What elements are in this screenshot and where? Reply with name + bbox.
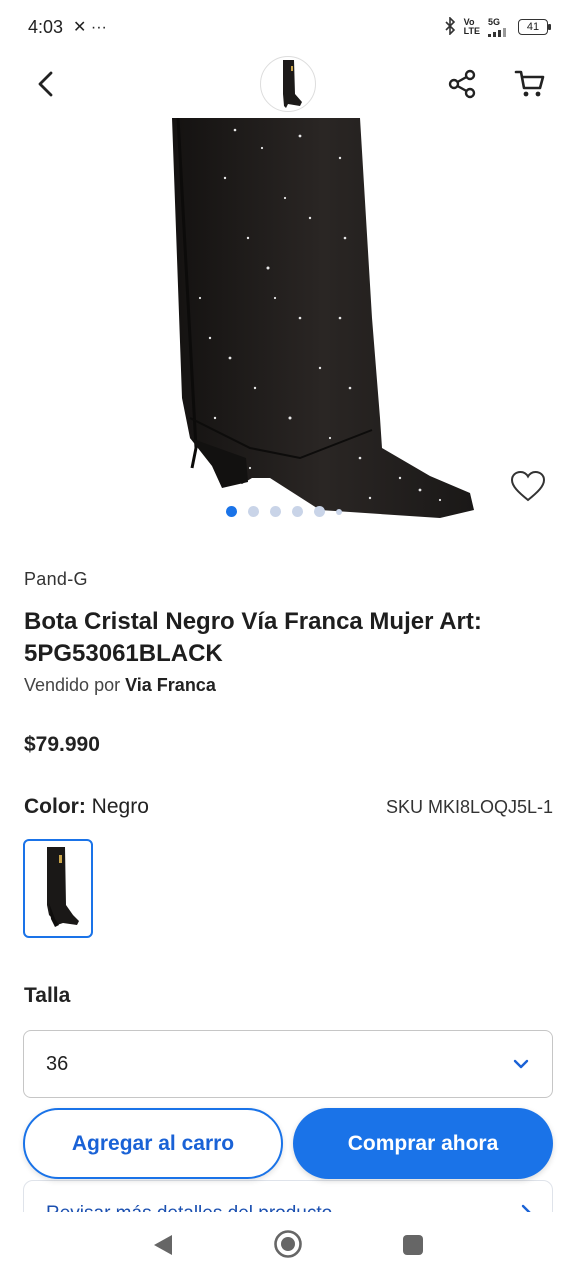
signal-label: 5G: [488, 16, 501, 27]
carousel-dot[interactable]: [314, 506, 325, 517]
color-label: Color:: [24, 795, 86, 818]
app-header: [0, 54, 576, 118]
nav-home-icon[interactable]: [273, 1229, 303, 1259]
signal-icon: 5G: [488, 16, 510, 37]
color-value: Negro: [91, 795, 149, 818]
size-label: Talla: [24, 984, 71, 1007]
boot-product-image: [172, 118, 474, 518]
sold-by: Vendido por Via Franca: [24, 675, 216, 696]
bluetooth-icon: [444, 15, 456, 38]
color-selection-label: Color: Negro: [24, 795, 149, 819]
product-image-carousel[interactable]: [0, 118, 576, 546]
back-button[interactable]: [26, 66, 66, 106]
color-swatch-negro[interactable]: [23, 839, 93, 938]
size-dropdown[interactable]: 36: [23, 1030, 553, 1098]
chevron-down-icon: [512, 1058, 530, 1070]
status-bar: 4:03 ✕ ··· Vo LTE 5G 41: [0, 0, 576, 54]
status-time: 4:03: [28, 16, 64, 37]
carousel-dot[interactable]: [336, 508, 342, 515]
share-button[interactable]: [442, 66, 482, 106]
volte-bottom: LTE: [463, 26, 480, 36]
carousel-dot[interactable]: [248, 506, 259, 517]
buy-now-button[interactable]: Comprar ahora: [293, 1108, 553, 1179]
swatch-boot-image: [47, 846, 79, 927]
carousel-dot[interactable]: [270, 506, 281, 517]
product-title: Bota Cristal Negro Vía Franca Mujer Art:…: [24, 608, 482, 667]
share-icon: [446, 68, 478, 105]
header-product-thumbnail[interactable]: [260, 56, 316, 112]
cart-button[interactable]: [510, 66, 550, 106]
carousel-dots: [226, 506, 342, 517]
sold-by-prefix: Vendido por: [24, 675, 121, 695]
carousel-dot[interactable]: [292, 506, 303, 517]
product-sku: SKU MKI8LOQJ5L-1: [385, 797, 553, 817]
heart-outline-icon: [510, 470, 546, 507]
seller-name[interactable]: Via Franca: [125, 675, 216, 695]
product-price: $79.990: [24, 733, 100, 756]
size-selected-value: 36: [46, 1052, 69, 1075]
battery-level: 41: [526, 21, 540, 33]
cart-icon: [514, 68, 546, 105]
boot-thumbnail-image: [283, 60, 302, 108]
volte-indicator: Vo LTE: [464, 18, 480, 36]
status-right-icons: Vo LTE 5G 41: [444, 15, 551, 38]
nav-back-icon[interactable]: [150, 1232, 176, 1258]
nav-recents-icon[interactable]: [402, 1234, 424, 1256]
battery-icon: 41: [518, 19, 551, 35]
system-nav-bar: [0, 1212, 576, 1280]
carousel-dot[interactable]: [226, 506, 237, 517]
chevron-left-icon: [36, 70, 56, 103]
product-brand[interactable]: Pand-G: [24, 569, 88, 590]
favorite-button[interactable]: [506, 466, 550, 510]
add-to-cart-button[interactable]: Agregar al carro: [23, 1108, 283, 1179]
status-notification-icons: ✕ ···: [73, 19, 107, 36]
